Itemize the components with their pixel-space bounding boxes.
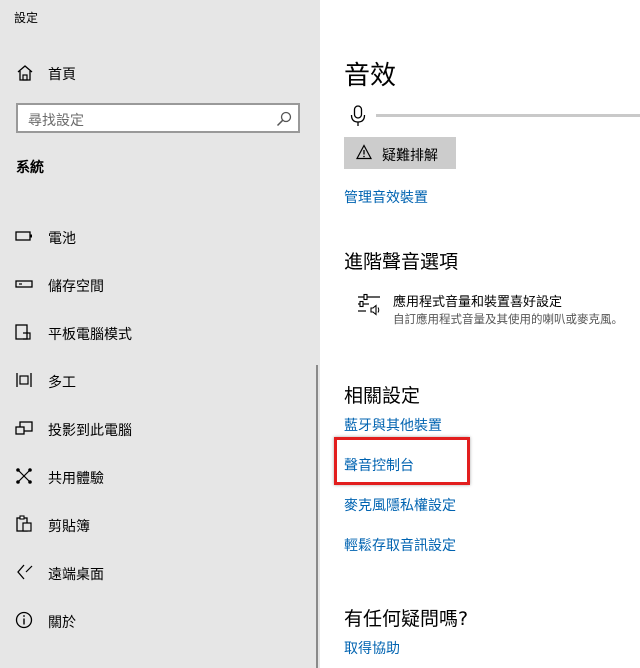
sidebar-item-project[interactable]: 投影到此電腦	[0, 410, 320, 446]
app-volume-title: 應用程式音量和裝置喜好設定	[393, 295, 563, 310]
search-input[interactable]: 尋找設定	[16, 103, 300, 133]
sidebar-item-multitasking[interactable]: 多工	[0, 362, 320, 398]
app-title: 設定	[14, 11, 39, 25]
home-icon	[16, 64, 34, 86]
get-help-link[interactable]: 取得協助	[344, 638, 400, 658]
main-content: 音效 疑難排解 管理音效裝置 進階聲音選項 應用程式音量和裝置喜好設定 自訂應用…	[320, 0, 640, 668]
microphone-privacy-link[interactable]: 麥克風隱私權設定	[344, 495, 456, 515]
warning-icon	[355, 144, 373, 164]
microphone-level	[344, 104, 640, 128]
sidebar-item-battery[interactable]: 電池	[0, 218, 320, 254]
sidebar-item-label: 電池	[48, 231, 76, 247]
advanced-sound-heading: 進階聲音選項	[344, 251, 459, 273]
sidebar-item-storage[interactable]: 儲存空間	[0, 266, 320, 302]
sidebar-item-label: 投影到此電腦	[48, 423, 132, 439]
highlight-box	[334, 437, 470, 485]
storage-icon	[14, 274, 34, 294]
project-icon	[14, 418, 34, 438]
search-icon[interactable]	[276, 111, 292, 131]
sidebar-item-label: 儲存空間	[48, 279, 104, 295]
sidebar-item-clipboard[interactable]: 剪貼簿	[0, 506, 320, 542]
bluetooth-devices-link[interactable]: 藍牙與其他裝置	[344, 415, 442, 435]
page-title: 音效	[344, 61, 397, 91]
ease-of-access-audio-link[interactable]: 輕鬆存取音訊設定	[344, 535, 456, 555]
shared-experiences-icon	[14, 466, 34, 486]
sidebar: 設定 首頁 尋找設定 系統 電池 儲存空間 平板電腦模式 多工 投影到此電腦 共…	[0, 0, 320, 668]
sidebar-item-tablet-mode[interactable]: 平板電腦模式	[0, 314, 320, 350]
sidebar-item-label: 共用體驗	[48, 471, 104, 487]
sidebar-item-label: 多工	[48, 375, 76, 391]
mixer-icon	[356, 292, 382, 322]
sidebar-section-title: 系統	[16, 160, 44, 176]
app-volume-description: 自訂應用程式音量及其使用的喇叭或麥克風。	[393, 312, 623, 326]
info-icon	[14, 610, 34, 630]
sidebar-item-label: 遠端桌面	[48, 567, 104, 583]
sidebar-scrollbar[interactable]	[316, 365, 318, 668]
multitasking-icon	[14, 370, 34, 390]
sidebar-item-label: 首頁	[48, 67, 76, 83]
sidebar-item-label: 平板電腦模式	[48, 327, 132, 343]
sidebar-item-remote-desktop[interactable]: 遠端桌面	[0, 554, 320, 590]
microphone-level-bar	[376, 114, 640, 117]
manage-sound-devices-link[interactable]: 管理音效裝置	[344, 187, 428, 207]
app-volume-preferences-item[interactable]: 應用程式音量和裝置喜好設定 自訂應用程式音量及其使用的喇叭或麥克風。	[352, 290, 640, 330]
sidebar-item-label: 關於	[48, 615, 76, 631]
sidebar-item-label: 剪貼簿	[48, 519, 90, 535]
troubleshoot-label: 疑難排解	[382, 148, 438, 164]
sidebar-item-about[interactable]: 關於	[0, 602, 320, 638]
help-heading: 有任何疑問嗎?	[344, 608, 469, 630]
tablet-mode-icon	[14, 322, 34, 342]
sidebar-item-shared-experiences[interactable]: 共用體驗	[0, 458, 320, 494]
remote-desktop-icon	[14, 562, 34, 582]
microphone-icon	[348, 104, 368, 132]
sidebar-item-home[interactable]: 首頁	[0, 58, 320, 88]
battery-icon	[14, 226, 34, 246]
troubleshoot-button[interactable]: 疑難排解	[344, 137, 456, 169]
clipboard-icon	[14, 514, 34, 534]
related-settings-heading: 相關設定	[344, 385, 421, 407]
search-placeholder: 尋找設定	[28, 113, 84, 129]
